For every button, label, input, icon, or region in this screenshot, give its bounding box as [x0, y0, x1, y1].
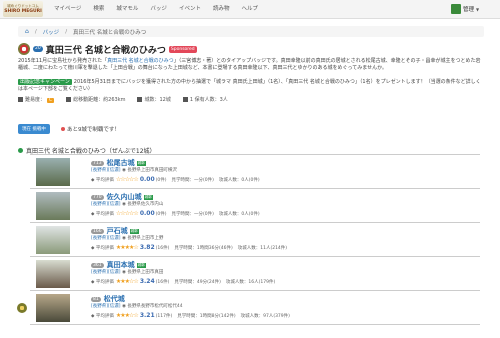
rating-stars: ★★★☆☆ — [115, 278, 139, 285]
nav-reading[interactable]: 読み物 — [213, 0, 230, 19]
castle-stats: ◆ 平均評価 ☆☆☆☆☆ 0.00 (0件) 見学時間：一分 (0件) 攻城人数：0人 (0… — [91, 176, 260, 183]
visited-medal-icon — [17, 303, 27, 313]
rating-score: 3.21 — [139, 312, 155, 319]
campaign-notice: 出版記念キャンペーン 2016年5月31日までにバッジを獲得された方の中から抽選で… — [18, 79, 484, 93]
rating-score: 0.00 — [139, 210, 155, 217]
castle-location: [長野県][信濃] ◉ 長野県佐久市内山 — [91, 202, 164, 207]
list-item[interactable]: 166 戸石城 城郭 [長野県][信濃] ◉ 長野県上田市上野 ◆ 平均評価 ★★★… — [30, 223, 480, 257]
holders-icon — [182, 97, 188, 102]
badge-icon — [18, 43, 30, 55]
holders-count: 1 保有人数：3人 — [189, 97, 228, 103]
nav-event[interactable]: イベント — [179, 0, 201, 19]
castle-location: [長野県][信濃] ◉ 長野県上田市真田町横沢 — [91, 168, 177, 173]
badge-stats: 難易度： C 総移動距離：約263km 城数：12城 1 保有人数：3人 — [18, 95, 240, 104]
castle-thumbnail[interactable] — [36, 158, 70, 186]
breadcrumb-separator: / — [65, 28, 68, 35]
breadcrumb: ⌂ / バッジ / 真田三代 名城と合戦のひみつ — [18, 26, 484, 37]
top-navbar: 城めぐりドットコム SHIRO MEGURI マイページ 検索 城マモル バッジ… — [0, 0, 500, 19]
castle-thumbnail[interactable] — [36, 260, 70, 288]
castle-stats: ◆ 平均評価 ★★★☆☆ 3.21 (117件) 見学時間：1時間8分 (142件) 攻城… — [91, 312, 290, 319]
list-item[interactable]: 361 真田本城 城郭 [長野県][信濃] ◉ 長野県上田市真田 ◆ 平均評価 ★★… — [30, 257, 480, 291]
castle-level: 城郭 — [136, 160, 146, 166]
castle-level: 城郭 — [143, 194, 153, 200]
castle-thumbnail[interactable] — [36, 226, 70, 254]
campaign-tag: 出版記念キャンペーン — [18, 79, 72, 85]
breadcrumb-current: 真田三代 名城と合戦のひみつ — [73, 29, 147, 36]
castle-count-icon — [137, 97, 143, 102]
castle-stats: ◆ 平均評価 ★★★★☆ 3.82 (16件) 見学時間：1時間36分 (46件) 攻城人… — [91, 244, 288, 251]
castle-location: [長野県][信濃] ◉ 長野県長野市松代町松代44 — [91, 304, 183, 309]
alert-icon — [60, 127, 65, 131]
remaining-message: あと9城で制覇です！ — [66, 127, 120, 133]
castle-number: 361 — [91, 262, 104, 268]
nav-mypage[interactable]: マイページ — [54, 0, 81, 19]
castle-list: 713 松尾古城 城郭 [長野県][信濃] ◉ 長野県上田市真田町横沢 ◆ 平均評価… — [17, 154, 480, 325]
user-menu[interactable]: 管理 ▼ — [451, 4, 479, 14]
castle-thumbnail[interactable] — [36, 192, 70, 220]
castle-count: 城数：12城 — [144, 97, 171, 103]
castle-number: 770 — [91, 194, 104, 200]
sponsored-badge: Sponsored — [168, 45, 197, 53]
rating-score: 0.00 — [139, 176, 155, 183]
difficulty-value: C — [47, 98, 55, 103]
breadcrumb-separator: / — [34, 28, 37, 35]
home-icon[interactable]: ⌂ — [25, 28, 29, 35]
nav-badge[interactable]: バッジ — [150, 0, 167, 19]
distance-icon — [66, 97, 72, 102]
current-status-button[interactable]: 現在 挑戦中 — [18, 124, 50, 134]
castle-number: 713 — [91, 160, 104, 166]
castle-icon — [18, 148, 23, 153]
challenge-actions: 現在 挑戦中 あと9城で制覇です！ — [18, 124, 120, 134]
logo-text-bottom: SHIRO MEGURI — [4, 8, 42, 14]
avatar — [451, 4, 461, 14]
campaign-text: 2016年5月31日までにバッジを獲得された方の中から抽選で「城ラマ 真田氏上田… — [18, 79, 481, 92]
list-item[interactable]: 81 松代城 [長野県][信濃] ◉ 長野県長野市松代町松代44 ◆ 平均評価 ★… — [17, 291, 480, 325]
badge-header: 20 真田三代 名城と合戦のひみつ Sponsored — [18, 43, 197, 56]
nav-shiro-mamoru[interactable]: 城マモル — [116, 0, 138, 19]
book-link[interactable]: 真田三代 名城と合戦のひみつ — [107, 58, 174, 64]
castle-stats: ◆ 平均評価 ☆☆☆☆☆ 0.00 (0件) 見学時間：一分 (0件) 攻城人数：0人 (0… — [91, 210, 260, 217]
rating-stars: ★★★☆☆ — [115, 312, 139, 319]
castle-number: 81 — [91, 296, 101, 302]
breadcrumb-badge[interactable]: バッジ — [43, 28, 60, 36]
castle-number: 166 — [91, 228, 104, 234]
rating-score: 3.24 — [139, 278, 155, 285]
castle-level: 城郭 — [129, 228, 139, 234]
castle-thumbnail[interactable] — [36, 294, 70, 322]
rating-score: 3.82 — [139, 244, 155, 251]
site-logo[interactable]: 城めぐりドットコム SHIRO MEGURI — [3, 1, 43, 17]
difficulty-label: 難易度： C — [25, 97, 55, 103]
difficulty-icon — [18, 97, 23, 102]
nav-help[interactable]: ヘルプ — [241, 0, 258, 19]
castle-location: [長野県][信濃] ◉ 長野県上田市上野 — [91, 236, 164, 241]
page-title: 真田三代 名城と合戦のひみつ — [45, 45, 166, 56]
list-item[interactable]: 713 松尾古城 城郭 [長野県][信濃] ◉ 長野県上田市真田町横沢 ◆ 平均評価… — [30, 155, 480, 189]
distance: 総移動距離：約263km — [73, 97, 126, 103]
castle-level: 城郭 — [136, 262, 146, 268]
chevron-down-icon: ▼ — [476, 6, 480, 12]
nav-search[interactable]: 検索 — [93, 0, 104, 19]
castle-location: [長野県][信濃] ◉ 長野県上田市真田 — [91, 270, 164, 275]
castle-stats: ◆ 平均評価 ★★★☆☆ 3.24 (16件) 見学時間：49分 (24件) 攻城人数：1… — [91, 278, 276, 285]
rating-stars: ☆☆☆☆☆ — [115, 176, 139, 183]
desc-text: 2015年11月に宝島社から発売された「 — [18, 58, 108, 64]
rating-stars: ☆☆☆☆☆ — [115, 210, 139, 217]
rating-stars: ★★★★☆ — [115, 244, 139, 251]
badge-description: 2015年11月に宝島社から発売された「真田三代 名城と合戦のひみつ」（三宮博志… — [18, 58, 484, 72]
list-item[interactable]: 770 佐久内山城 城郭 [長野県][信濃] ◉ 長野県佐久市内山 ◆ 平均評価 ☆… — [30, 189, 480, 223]
badge-count: 20 — [33, 46, 43, 52]
main-nav: マイページ 検索 城マモル バッジ イベント 読み物 ヘルプ — [54, 0, 270, 19]
user-name: 管理 — [463, 7, 475, 13]
